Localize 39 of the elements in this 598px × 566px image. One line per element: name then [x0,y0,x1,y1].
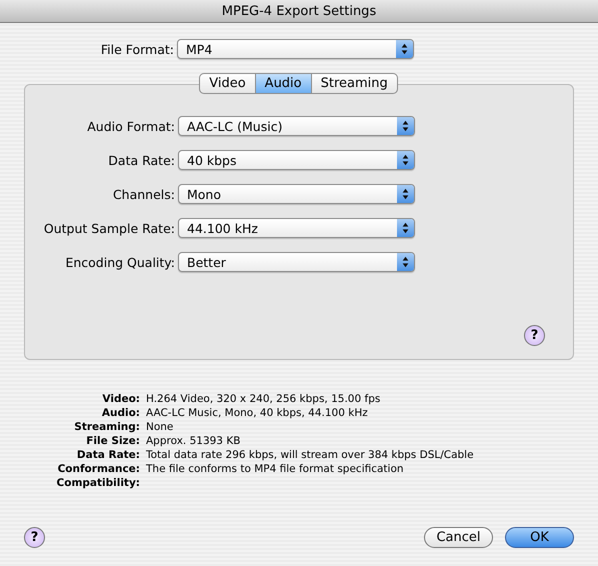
help-button[interactable]: ? [524,325,545,346]
cancel-button[interactable]: Cancel [424,527,493,548]
summary-label: Data Rate: [76,449,141,461]
stepper-arrows-icon [397,253,414,271]
summary-value: Approx. 51393 KB [146,435,240,447]
popup-menu[interactable]: Mono [178,184,415,204]
field-label: Encoding Quality: [64,254,176,270]
summary-label: File Size: [85,435,141,447]
field-label: Data Rate: [107,152,176,168]
popup-menu[interactable]: 40 kbps [178,150,415,170]
summary-value: The file conforms to MP4 file format specification [146,463,404,475]
window-title: MPEG-4 Export Settings [222,4,376,18]
popup-menu[interactable]: AAC-LC (Music) [178,116,415,136]
tab[interactable]: Audio [254,73,312,94]
tab[interactable]: Video [199,73,256,94]
summary-value: H.264 Video, 320 x 240, 256 kbps, 15.00 fps [146,393,380,405]
popup-menu[interactable]: 44.100 kHz [178,218,415,238]
field-label: File Format: [100,42,175,56]
popup-menu[interactable]: Better [178,252,415,272]
summary-value: Total data rate 296 kbps, will stream over 384 kbps DSL/Cable [146,449,474,461]
summary-label: Conformance: [56,463,141,475]
summary-value: None [146,421,174,433]
ok-button[interactable]: OK [505,527,574,548]
summary-label: Audio: [100,407,141,419]
stepper-arrows-icon [396,40,413,58]
tab[interactable]: Streaming [310,73,398,94]
summary-label: Video: [101,393,141,405]
summary-label: Compatibility: [56,477,141,489]
summary-value: AAC-LC Music, Mono, 40 kbps, 44.100 kHz [146,407,368,419]
summary-label: Streaming: [73,421,141,433]
help-button[interactable]: ? [24,527,45,548]
stepper-arrows-icon [397,151,414,169]
field-label: Output Sample Rate: [42,220,176,236]
stepper-arrows-icon [397,185,414,203]
stepper-arrows-icon [397,219,414,237]
popup-menu[interactable]: MP4 [177,39,414,59]
field-label: Channels: [112,186,176,202]
field-label: Audio Format: [86,118,176,134]
stepper-arrows-icon [397,117,414,135]
